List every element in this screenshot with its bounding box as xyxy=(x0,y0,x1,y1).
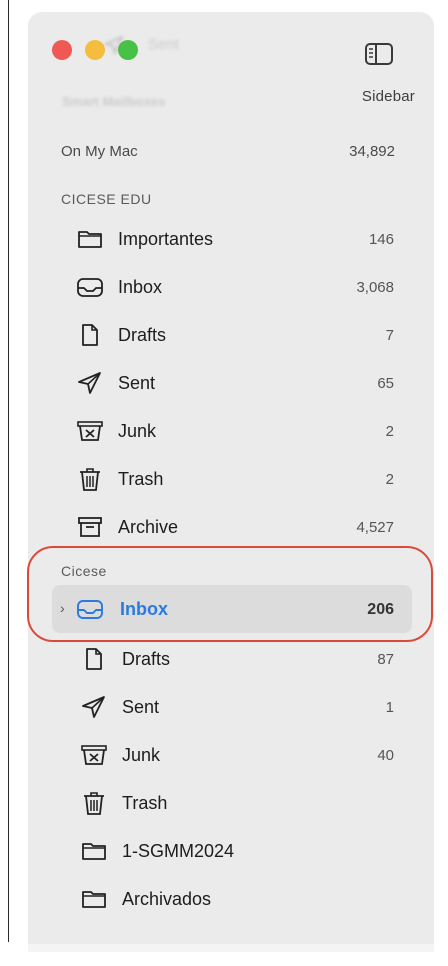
folder-icon xyxy=(80,887,108,911)
mailbox-row-trash[interactable]: Trash 2 xyxy=(56,459,400,499)
mailbox-count: 7 xyxy=(385,327,394,344)
on-my-mac-row[interactable]: On My Mac 34,892 xyxy=(61,143,395,161)
mailbox-row-sent[interactable]: Sent 1 xyxy=(56,687,400,727)
ghost-smart-mailboxes-label: Smart Mailboxes xyxy=(62,94,166,109)
mailbox-count: 4,527 xyxy=(356,519,394,536)
mailbox-count: 2 xyxy=(385,471,394,488)
mailbox-row-importantes[interactable]: Importantes 146 xyxy=(56,219,400,259)
mailbox-row-archivados[interactable]: Archivados xyxy=(56,879,400,919)
mailbox-label: Drafts xyxy=(122,649,171,669)
document-icon xyxy=(80,647,108,671)
mailbox-count: 3,068 xyxy=(356,279,394,296)
mailbox-count: 2 xyxy=(385,423,394,440)
mailbox-count: 146 xyxy=(368,231,394,248)
document-icon xyxy=(76,323,104,347)
mailbox-row-trash[interactable]: Trash xyxy=(56,783,400,823)
mailbox-row-sent[interactable]: Sent 65 xyxy=(56,363,400,403)
folder-icon xyxy=(80,839,108,863)
account-header-cicese-edu[interactable]: CICESE EDU xyxy=(61,191,152,207)
mailbox-label: Archivados xyxy=(122,889,212,909)
mailbox-count: 40 xyxy=(377,747,394,764)
paper-plane-icon xyxy=(76,371,104,395)
junk-icon xyxy=(80,743,108,767)
sidebar-toggle-icon[interactable] xyxy=(364,42,394,66)
mailbox-label: Sent xyxy=(118,373,156,393)
trash-icon xyxy=(80,791,108,815)
mailbox-label: Junk xyxy=(118,421,157,441)
inbox-icon xyxy=(76,275,104,299)
mailbox-row-drafts[interactable]: Drafts 87 xyxy=(56,639,400,679)
mailbox-row-1-sgmm2024[interactable]: 1-SGMM2024 xyxy=(56,831,400,871)
mailbox-label: Trash xyxy=(122,793,168,813)
ghost-paper-plane-icon xyxy=(104,36,124,54)
mailbox-count: 65 xyxy=(377,375,394,392)
junk-icon xyxy=(76,419,104,443)
mailbox-row-archive[interactable]: Archive 4,527 xyxy=(56,507,400,547)
mailbox-label: Inbox xyxy=(118,277,163,297)
mailbox-label: Drafts xyxy=(118,325,167,345)
window-bottom-edge xyxy=(28,944,434,952)
folder-icon xyxy=(76,227,104,251)
left-edge-rule xyxy=(8,0,9,942)
close-window-button[interactable] xyxy=(52,40,72,60)
mailbox-label: 1-SGMM2024 xyxy=(122,841,235,861)
mailbox-row-junk[interactable]: Junk 40 xyxy=(56,735,400,775)
mailbox-count: 87 xyxy=(377,651,394,668)
mailbox-label: Junk xyxy=(122,745,161,765)
minimize-window-button[interactable] xyxy=(85,40,105,60)
mailbox-count: 1 xyxy=(385,699,394,716)
ghost-sent-label: Sent xyxy=(148,36,179,53)
archive-icon xyxy=(76,515,104,539)
paper-plane-icon xyxy=(80,695,108,719)
red-highlight-annotation xyxy=(27,546,433,642)
on-my-mac-count: 34,892 xyxy=(349,143,395,160)
mailbox-label: Importantes xyxy=(118,229,214,249)
mailbox-row-drafts[interactable]: Drafts 7 xyxy=(56,315,400,355)
trash-icon xyxy=(76,467,104,491)
mailbox-label: Sent xyxy=(122,697,160,717)
mailbox-label: Trash xyxy=(118,469,164,489)
mailbox-row-inbox[interactable]: Inbox 3,068 xyxy=(56,267,400,307)
mailbox-row-junk[interactable]: Junk 2 xyxy=(56,411,400,451)
on-my-mac-label: On My Mac xyxy=(61,143,138,160)
sidebar-caption: Sidebar xyxy=(361,88,415,105)
mailbox-label: Archive xyxy=(118,517,179,537)
